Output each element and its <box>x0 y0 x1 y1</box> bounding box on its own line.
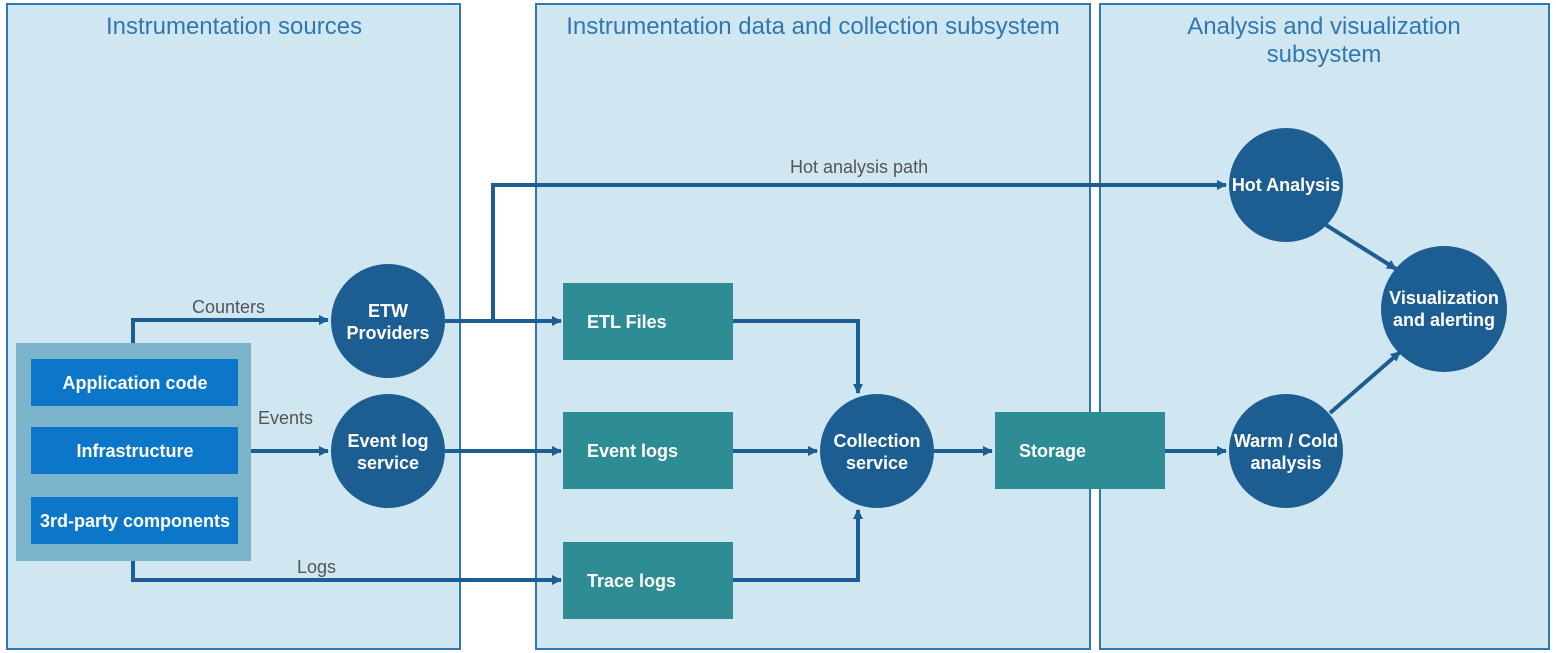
label-etw-l1: ETW <box>368 301 408 321</box>
label-event-logs: Event logs <box>587 441 678 461</box>
panel-analysis-title-l2: subsystem <box>1267 41 1382 68</box>
edge-label-logs: Logs <box>297 557 336 577</box>
label-etl-files: ETL Files <box>587 312 667 332</box>
panel-sources-title: Instrumentation sources <box>106 13 362 40</box>
architecture-diagram: Instrumentation sources Instrumentation … <box>0 0 1556 653</box>
circle-collection <box>820 394 934 508</box>
circle-warmcold <box>1229 394 1343 508</box>
edge-label-counters: Counters <box>192 297 265 317</box>
circle-eventlog <box>331 394 445 508</box>
label-app-code: Application code <box>62 373 207 393</box>
edge-label-events: Events <box>258 408 313 428</box>
label-viz-l2: and alerting <box>1393 310 1495 330</box>
label-collection-l2: service <box>846 453 908 473</box>
label-eventlog-l2: service <box>357 453 419 473</box>
label-storage: Storage <box>1019 441 1086 461</box>
circle-etw <box>331 264 445 378</box>
label-thirdparty: 3rd-party components <box>40 511 230 531</box>
edge-label-hotpath: Hot analysis path <box>790 157 928 177</box>
label-viz-l1: Visualization <box>1389 288 1499 308</box>
label-warmcold-l2: analysis <box>1250 453 1321 473</box>
label-eventlog-l1: Event log <box>347 431 428 451</box>
label-collection-l1: Collection <box>833 431 920 451</box>
label-hot-analysis: Hot Analysis <box>1232 175 1340 195</box>
panel-collection-title: Instrumentation data and collection subs… <box>566 13 1060 40</box>
panel-analysis-title-l1: Analysis and visualization <box>1187 13 1460 40</box>
label-infrastructure: Infrastructure <box>76 441 193 461</box>
label-trace-logs: Trace logs <box>587 571 676 591</box>
label-etw-l2: Providers <box>346 323 429 343</box>
label-warmcold-l1: Warm / Cold <box>1234 431 1338 451</box>
